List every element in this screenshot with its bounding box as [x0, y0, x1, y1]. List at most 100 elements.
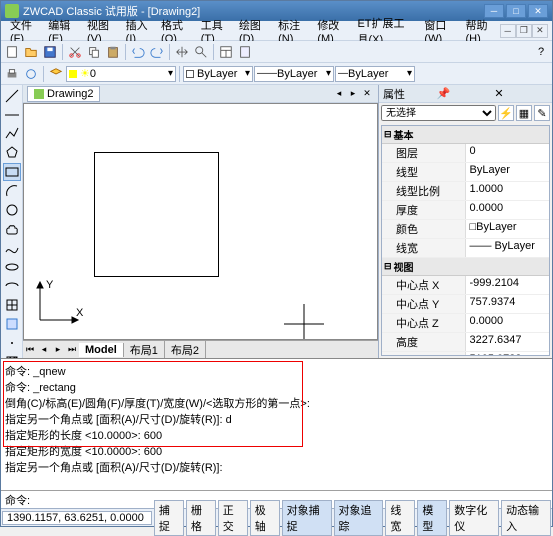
print-icon[interactable] [3, 65, 21, 83]
prop-value[interactable]: 757.9374 [466, 295, 550, 313]
zoom-icon[interactable] [192, 43, 210, 61]
prop-row[interactable]: 中心点 Z0.0000 [382, 314, 549, 333]
status-正交[interactable]: 正交 [218, 500, 248, 536]
mdi-restore-button[interactable]: ❐ [516, 24, 532, 38]
prop-row[interactable]: 线宽—— ByLayer [382, 239, 549, 258]
prop-row[interactable]: 厚度0.0000 [382, 201, 549, 220]
revcloud-icon[interactable] [3, 220, 21, 238]
lineweight-dropdown[interactable]: — ByLayer▾ [335, 66, 415, 82]
quickselect-icon[interactable]: ⚡ [498, 105, 514, 121]
mdi-minimize-button[interactable]: ─ [500, 24, 516, 38]
circle-icon[interactable] [3, 201, 21, 219]
color-dropdown[interactable]: ByLayer▾ [183, 66, 253, 82]
new-icon[interactable] [3, 43, 21, 61]
prop-value[interactable]: 1.0000 [466, 182, 550, 200]
status-极轴[interactable]: 极轴 [250, 500, 280, 536]
svg-text:X: X [76, 307, 84, 319]
status-模型[interactable]: 模型 [417, 500, 447, 536]
layout-prev-icon[interactable]: ◂ [37, 343, 51, 357]
calc-icon[interactable] [236, 43, 254, 61]
insert-icon[interactable] [3, 296, 21, 314]
prop-row[interactable]: 高度3227.6347 [382, 333, 549, 352]
tab-close-icon[interactable]: ✕ [360, 87, 374, 101]
toolbar-layers: ☀ 0 ▾ ByLayer▾ —— ByLayer▾ — ByLayer▾ [1, 63, 552, 85]
close-button[interactable]: ✕ [528, 4, 548, 18]
property-grid[interactable]: 基本图层0线型ByLayer线型比例1.0000厚度0.0000颜色□ByLay… [381, 125, 550, 356]
coordinates[interactable]: 1390.1157, 63.6251, 0.0000 [2, 511, 152, 525]
prop-key: 线型比例 [382, 182, 466, 200]
xline-icon[interactable] [3, 106, 21, 124]
prop-row[interactable]: 中心点 Y757.9374 [382, 295, 549, 314]
status-栅格[interactable]: 栅格 [186, 500, 216, 536]
ellipsearc-icon[interactable] [3, 277, 21, 295]
status-数字化仪[interactable]: 数字化仪 [449, 500, 499, 536]
prop-row[interactable]: 线型ByLayer [382, 163, 549, 182]
prop-value[interactable]: 0.0000 [466, 314, 550, 332]
status-捕捉[interactable]: 捕捉 [154, 500, 184, 536]
mdi-close-button[interactable]: ✕ [532, 24, 548, 38]
prop-row[interactable]: 颜色□ByLayer [382, 220, 549, 239]
pickadd-icon[interactable]: ✎ [534, 105, 550, 121]
save-icon[interactable] [41, 43, 59, 61]
status-线宽[interactable]: 线宽 [385, 500, 415, 536]
spline-icon[interactable] [3, 239, 21, 257]
cmd-line: 命令: _rectang [5, 379, 548, 395]
prop-value[interactable]: 3227.6347 [466, 333, 550, 351]
selection-dropdown[interactable]: 无选择 [381, 105, 496, 121]
panel-pin-icon[interactable]: 📌 [437, 87, 491, 100]
linetype-dropdown[interactable]: —— ByLayer▾ [254, 66, 334, 82]
selectobj-icon[interactable]: ▦ [516, 105, 532, 121]
layout-next-icon[interactable]: ▸ [51, 343, 65, 357]
polygon-icon[interactable] [3, 144, 21, 162]
ellipse-icon[interactable] [3, 258, 21, 276]
open-icon[interactable] [22, 43, 40, 61]
status-动态输入[interactable]: 动态输入 [501, 500, 551, 536]
prop-row[interactable]: 线型比例1.0000 [382, 182, 549, 201]
panel-close-icon[interactable]: ✕ [494, 87, 548, 100]
prop-value[interactable]: 5105.0783 [466, 352, 550, 356]
command-log[interactable]: 命令: _qnew命令: _rectang倒角(C)/标高(E)/圆角(F)/厚… [1, 359, 552, 490]
layout-first-icon[interactable]: ⏮ [23, 343, 37, 357]
layout-last-icon[interactable]: ⏭ [65, 343, 79, 357]
model-tab[interactable]: Model [79, 343, 124, 357]
help-icon[interactable]: ? [532, 43, 550, 61]
paste-icon[interactable] [104, 43, 122, 61]
prop-row[interactable]: 图层0 [382, 144, 549, 163]
prop-row[interactable]: 宽度5105.0783 [382, 352, 549, 356]
tab-next-icon[interactable]: ▸ [346, 87, 360, 101]
status-对象追踪[interactable]: 对象追踪 [334, 500, 384, 536]
block-icon[interactable] [3, 315, 21, 333]
arc-icon[interactable] [3, 182, 21, 200]
copy-icon[interactable] [85, 43, 103, 61]
properties-icon[interactable] [217, 43, 235, 61]
point-icon[interactable] [3, 334, 21, 352]
cmd-line: 指定矩形的长度 <10.0000>: 600 [5, 427, 548, 443]
prop-value[interactable]: ByLayer [466, 163, 550, 181]
line-icon[interactable] [3, 87, 21, 105]
prop-value[interactable]: 0 [466, 144, 550, 162]
prop-value[interactable]: -999.2104 [466, 276, 550, 294]
prop-row[interactable]: 中心点 X-999.2104 [382, 276, 549, 295]
drawing-canvas[interactable]: YX [23, 103, 378, 340]
redo-icon[interactable] [148, 43, 166, 61]
layout2-tab[interactable]: 布局2 [165, 341, 206, 359]
prop-value[interactable]: —— ByLayer [466, 239, 550, 257]
cut-icon[interactable] [66, 43, 84, 61]
pan-icon[interactable] [173, 43, 191, 61]
prop-value[interactable]: □ByLayer [466, 220, 550, 238]
rectangle-icon[interactable] [3, 163, 21, 181]
maximize-button[interactable]: □ [506, 4, 526, 18]
polyline-icon[interactable] [3, 125, 21, 143]
layer-icon[interactable] [47, 65, 65, 83]
layout1-tab[interactable]: 布局1 [124, 341, 165, 359]
prop-value[interactable]: 0.0000 [466, 201, 550, 219]
tab-prev-icon[interactable]: ◂ [332, 87, 346, 101]
doc-tab[interactable]: Drawing2 [27, 86, 100, 102]
prop-group[interactable]: 基本 [382, 126, 549, 144]
prop-key: 图层 [382, 144, 466, 162]
status-对象捕捉[interactable]: 对象捕捉 [282, 500, 332, 536]
prop-group[interactable]: 视图 [382, 258, 549, 276]
preview-icon[interactable] [22, 65, 40, 83]
undo-icon[interactable] [129, 43, 147, 61]
layer-dropdown[interactable]: ☀ 0 ▾ [66, 66, 176, 82]
